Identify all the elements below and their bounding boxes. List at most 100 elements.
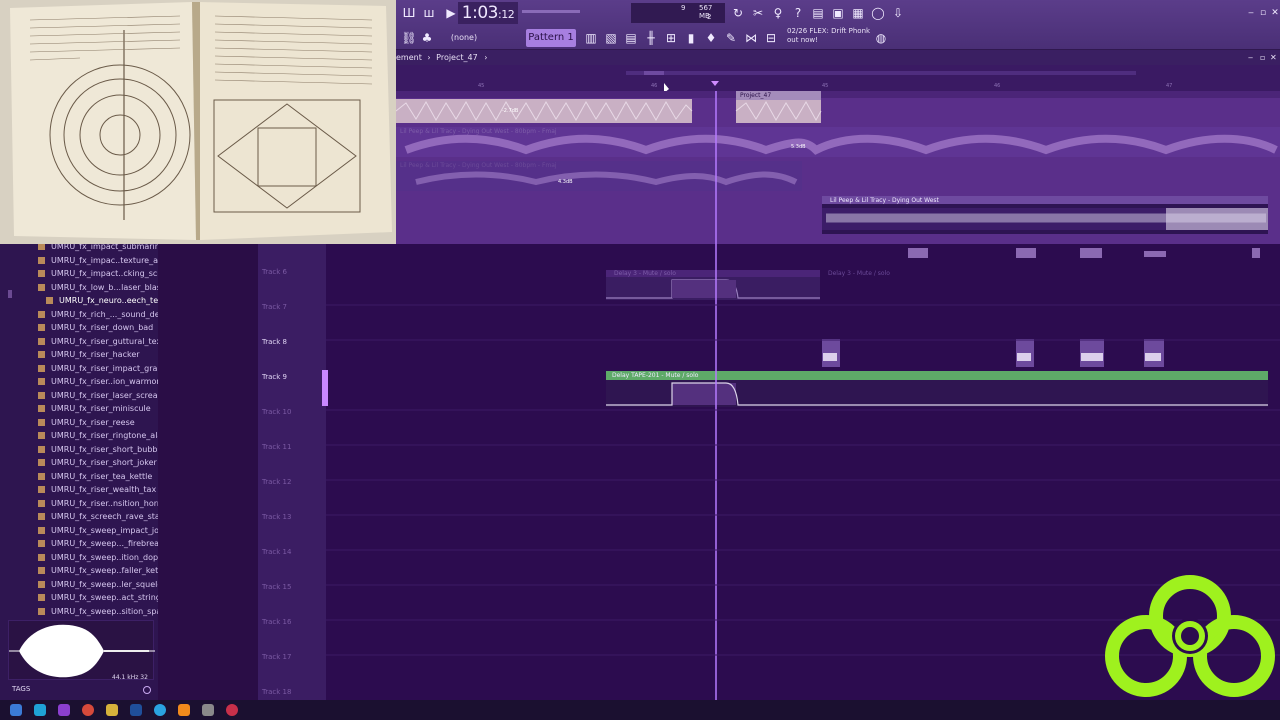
playlist-titlebar[interactable]: ement › Project_47 › ‒ ▫ ✕ (396, 50, 1280, 65)
metronome-icon[interactable]: ✂ (749, 4, 767, 22)
browser-file-item[interactable]: UMRU_fx_riser_reese (38, 416, 158, 429)
chrome-icon[interactable] (82, 704, 94, 716)
track-header-label[interactable]: Track 17 (262, 653, 291, 661)
track-header-label[interactable]: Track 11 (262, 443, 291, 451)
track-header-label[interactable]: Track 6 (262, 268, 287, 276)
telegram-icon[interactable] (154, 704, 166, 716)
link-icon[interactable]: ⛓ (400, 29, 418, 47)
browser-file-item[interactable]: UMRU_fx_rich_..._sound_design (38, 308, 158, 321)
browser-file-item[interactable]: UMRU_fx_riser_guttural_texture (38, 335, 158, 348)
track-header-label[interactable]: Track 13 (262, 513, 291, 521)
track-header-label[interactable]: Track 8 (262, 338, 287, 346)
settings-icon[interactable] (202, 704, 214, 716)
browser-file-item[interactable]: UMRU_fx_riser_down_bad (38, 321, 158, 334)
folder-icon[interactable] (106, 704, 118, 716)
project-name: Project_47 (436, 53, 478, 62)
browser-file-item[interactable]: UMRU_fx_riser_ringtone_alarm (38, 429, 158, 442)
chat-icon[interactable]: ▤ (809, 4, 827, 22)
pattern-selector[interactable]: Pattern 1 (526, 29, 576, 47)
browser-file-label: UMRU_fx_riser_tea_kettle (51, 471, 153, 481)
browser-scrollbar[interactable] (8, 290, 12, 298)
browser-file-item[interactable]: UMRU_fx_impac..texture_alarm (38, 254, 158, 267)
browser-file-item[interactable]: UMRU_fx_low_b...laser_blaster (38, 281, 158, 294)
photoshop-icon[interactable] (130, 704, 142, 716)
browser-file-item[interactable]: UMRU_fx_riser..nsition_horror (38, 497, 158, 510)
timeline-ruler[interactable]: 45 46 45 46 47 (396, 65, 1280, 93)
time-value: 1:03 (461, 3, 499, 23)
browser-file-label: UMRU_fx_sweep..sition_sparks (51, 606, 158, 616)
app-icon-purple[interactable] (58, 704, 70, 716)
channel-rack-icon[interactable]: ▤ (622, 29, 640, 47)
track-header-label[interactable]: Track 10 (262, 408, 291, 416)
plugin-icon[interactable]: ⊞ (662, 29, 680, 47)
tempo-slider[interactable] (522, 10, 580, 13)
track-header-label[interactable]: Track 18 (262, 688, 291, 696)
song-position-display[interactable]: 1:03:12 (458, 2, 518, 24)
sample-preview-waveform[interactable] (8, 620, 155, 680)
browser-file-item[interactable]: UMRU_fx_riser_hacker (38, 348, 158, 361)
track-header-label[interactable]: Track 7 (262, 303, 287, 311)
pattern-song-mode-icon[interactable]: ш (420, 4, 438, 22)
script-icon[interactable]: ⋈ (742, 29, 760, 47)
track-9-selection-marker (322, 370, 328, 406)
close-icon[interactable]: ✕ (1266, 4, 1280, 22)
tags-label[interactable]: TAGS (12, 685, 30, 693)
snap-selector[interactable]: (none) (446, 29, 482, 47)
browser-file-item[interactable]: UMRU_fx_sweep..ler_squelcher (38, 578, 158, 591)
browser-file-label: UMRU_fx_riser..ion_warmonger (51, 377, 158, 386)
browser-file-item[interactable]: UMRU_fx_impact..cking_scratch (38, 267, 158, 280)
browser-file-item[interactable]: UMRU_fx_sweep..ition_doppler (38, 551, 158, 564)
track-header-label[interactable]: Track 14 (262, 548, 291, 556)
mic-icon[interactable]: ♀ (769, 4, 787, 22)
track-header-label[interactable]: Track 9 (262, 373, 287, 381)
playlist-icon[interactable]: ▥ (582, 29, 600, 47)
browser-file-item[interactable]: UMRU_fx_sweep..faller_kettle (38, 564, 158, 577)
track-header-label[interactable]: Track 12 (262, 478, 291, 486)
browser-file-item[interactable]: UMRU_fx_riser_laser_scream (38, 389, 158, 402)
cart-icon[interactable]: ⊟ (762, 29, 780, 47)
search-icon[interactable] (143, 686, 151, 694)
browser-icon[interactable]: ▮ (682, 29, 700, 47)
track-header-label[interactable]: Track 15 (262, 583, 291, 591)
browser-file-item[interactable]: UMRU_fx_riser_wealth_tax (38, 483, 158, 496)
browser-file-label: UMRU_fx_sweep..ler_squelcher (51, 579, 158, 589)
browser-file-item[interactable]: UMRU_fx_riser..ion_warmonger (38, 375, 158, 388)
globe-icon[interactable]: ◍ (872, 29, 890, 47)
browser-file-item[interactable]: UMRU_fx_riser_impact_grainy (38, 362, 158, 375)
playlist-minimize-icon[interactable]: ‒ (1248, 50, 1253, 65)
browser-file-item[interactable]: UMRU_fx_riser_miniscule (38, 402, 158, 415)
news-panel[interactable]: 02/26 FLEX: Drift Phonk out now! (787, 27, 877, 45)
stamp-icon[interactable]: ♣ (418, 29, 436, 47)
mixer-icon[interactable]: ╫ (642, 29, 660, 47)
comment-icon[interactable]: ◯ (869, 4, 887, 22)
track-headers[interactable] (258, 244, 326, 700)
svg-text:46: 46 (994, 83, 1000, 89)
fl-logo-icon[interactable]: Ш (400, 4, 418, 22)
browser-file-item[interactable]: UMRU_fx_neuro..eech_texture (38, 294, 158, 307)
playlist-close-icon[interactable]: ✕ (1270, 50, 1277, 65)
browser-file-item[interactable]: UMRU_fx_sweep_impact_joker (38, 524, 158, 537)
fl-studio-icon[interactable] (178, 704, 190, 716)
browser-file-item[interactable]: UMRU_fx_riser_short_bubbler (38, 443, 158, 456)
window-icon[interactable]: ▦ (849, 4, 867, 22)
playlist-maximize-icon[interactable]: ▫ (1260, 50, 1265, 65)
edge-icon[interactable] (34, 704, 46, 716)
browser-file-item[interactable]: UMRU_fx_sweep..sition_sparks (38, 605, 158, 618)
start-icon[interactable] (10, 704, 22, 716)
browser-file-label: UMRU_fx_rich_..._sound_design (51, 309, 158, 319)
browser-file-item[interactable]: UMRU_fx_riser_short_joker (38, 456, 158, 469)
browser-file-item[interactable]: UMRU_fx_riser_tea_kettle (38, 470, 158, 483)
plugin-picker-icon[interactable]: ♦ (702, 29, 720, 47)
browser-file-label: UMRU_fx_sweep..act_stringent (51, 593, 158, 602)
browser-file-item[interactable]: UMRU_fx_sweep..act_stringent (38, 591, 158, 604)
save-icon[interactable]: ▣ (829, 4, 847, 22)
track-header-label[interactable]: Track 16 (262, 618, 291, 626)
piano-roll-icon[interactable]: ▧ (602, 29, 620, 47)
loop-icon[interactable]: ↻ (729, 4, 747, 22)
touch-icon[interactable]: ✎ (722, 29, 740, 47)
browser-file-item[interactable]: UMRU_fx_screech_rave_stab (38, 510, 158, 523)
record-app-icon[interactable] (226, 704, 238, 716)
help-icon[interactable]: ? (789, 4, 807, 22)
browser-file-item[interactable]: UMRU_fx_sweep..._firebreather (38, 537, 158, 550)
download-icon[interactable]: ⇩ (889, 4, 907, 22)
